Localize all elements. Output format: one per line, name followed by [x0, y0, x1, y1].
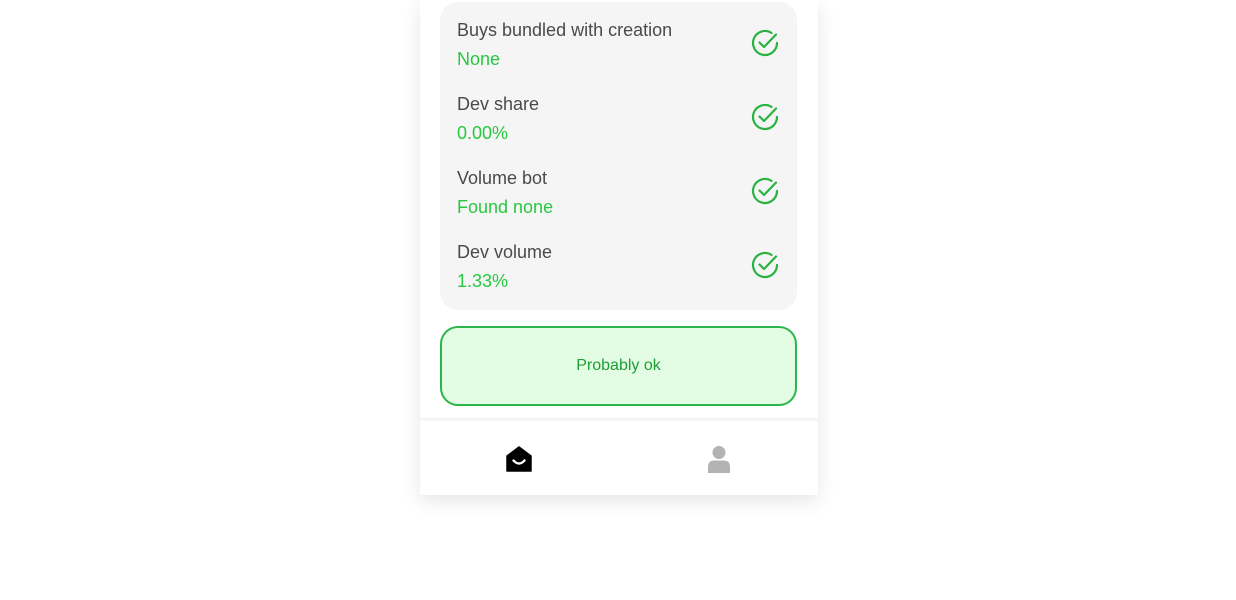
check-label: Dev volume	[457, 242, 553, 262]
app-panel: Buys bundled with creation None Dev shar…	[420, 0, 818, 495]
home-icon	[506, 446, 532, 472]
tab-home[interactable]	[504, 444, 534, 474]
check-value: 1.33%	[457, 271, 509, 291]
check-circle-icon	[751, 29, 779, 57]
checks-card: Buys bundled with creation None Dev shar…	[440, 2, 797, 310]
check-row-dev-volume: Dev volume 1.33%	[440, 242, 797, 312]
check-label: Volume bot	[457, 168, 548, 188]
verdict-badge: Probably ok	[440, 326, 797, 406]
check-value: None	[457, 49, 501, 69]
verdict-text: Probably ok	[576, 357, 661, 374]
check-label: Dev share	[457, 94, 540, 114]
user-icon	[708, 446, 730, 473]
check-circle-icon	[751, 103, 779, 131]
check-circle-icon	[751, 177, 779, 205]
tab-profile[interactable]	[704, 444, 734, 474]
check-row-buys-bundled: Buys bundled with creation None	[440, 20, 797, 90]
check-row-dev-share: Dev share 0.00%	[440, 94, 797, 164]
bottom-tab-bar	[420, 422, 818, 495]
check-row-volume-bot: Volume bot Found none	[440, 168, 797, 238]
check-circle-icon	[751, 251, 779, 279]
check-value: Found none	[457, 197, 554, 217]
check-value: 0.00%	[457, 123, 509, 143]
check-label: Buys bundled with creation	[457, 20, 673, 40]
